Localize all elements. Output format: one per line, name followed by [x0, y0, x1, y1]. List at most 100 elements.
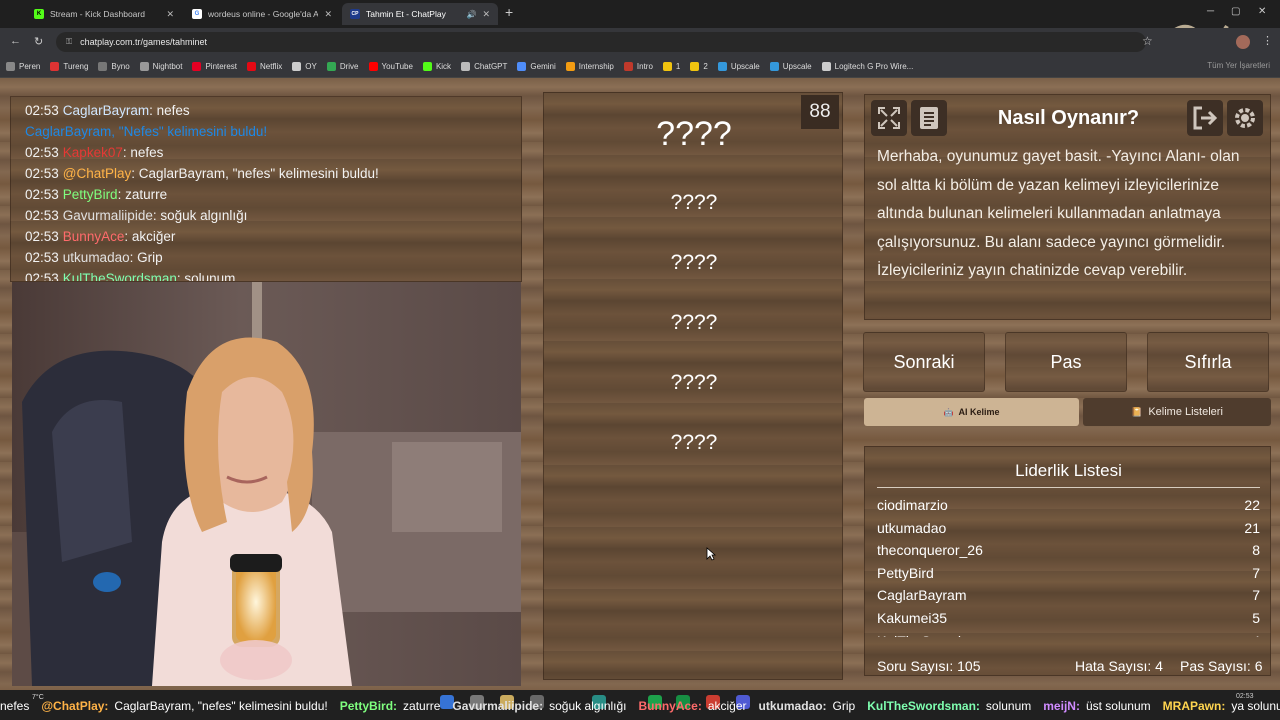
- bookmark-item[interactable]: Gemini: [517, 62, 556, 71]
- player-score: 7: [1252, 587, 1260, 604]
- player-name: KulTheSwordsman: [877, 633, 995, 637]
- bookmark-label: Gemini: [530, 62, 556, 71]
- player-name: utkumadao: [877, 519, 947, 536]
- ticker-text: zaturre: [403, 699, 441, 713]
- bookmark-item[interactable]: Kick: [422, 62, 452, 71]
- bookmark-item[interactable]: Logitech G Pro Wire...: [821, 62, 913, 71]
- exit-icon[interactable]: [1187, 100, 1223, 136]
- bookmark-label: Kick: [435, 62, 452, 71]
- bookmark-item[interactable]: Nightbot: [139, 62, 182, 71]
- bookmark-icon: [662, 62, 672, 71]
- bookmark-icon: [139, 62, 149, 71]
- new-tab-button[interactable]: +: [505, 4, 513, 20]
- bookmark-icon: [247, 62, 257, 71]
- divider: [877, 487, 1260, 488]
- bookmark-item[interactable]: 1: [662, 62, 681, 71]
- bookmark-item[interactable]: Upscale: [717, 62, 760, 71]
- bookmark-item[interactable]: ChatGPT: [461, 62, 507, 71]
- ticker-user: PettyBird:: [339, 699, 398, 713]
- ticker-text: solunum: [985, 699, 1032, 713]
- bookmark-item[interactable]: Internship: [565, 62, 614, 71]
- bookmark-item[interactable]: Upscale: [769, 62, 812, 71]
- bookmark-star-icon[interactable]: ☆: [1142, 34, 1153, 48]
- bookmark-label: Internship: [578, 62, 614, 71]
- back-arrow-icon[interactable]: ←: [10, 35, 21, 47]
- forbidden-word: ????: [670, 251, 718, 274]
- bookmark-item[interactable]: Netflix: [247, 62, 282, 71]
- site-info-icon[interactable]: ⚿: [66, 37, 72, 47]
- main-word: ????: [656, 115, 732, 153]
- minimize-icon[interactable]: ─: [1207, 6, 1214, 17]
- bookmark-item[interactable]: Byno: [98, 62, 130, 71]
- gear-icon[interactable]: [1227, 100, 1263, 136]
- message-user: BunnyAce: [62, 229, 125, 244]
- bookmark-item[interactable]: Drive: [326, 62, 359, 71]
- leaderboard-row: PettyBird 7: [877, 565, 1260, 581]
- tab-google-search[interactable]: G wordeus online - Google'da Ara ✕: [184, 3, 340, 25]
- robot-icon: 🤖: [943, 407, 954, 417]
- ticker-user: KulTheSwordsman:: [867, 699, 980, 713]
- chat-message: 02:53 @ChatPlay: CaglarBayram, "nefes" ke…: [25, 163, 507, 184]
- next-button[interactable]: Sonraki: [863, 332, 985, 392]
- clock[interactable]: 02:53: [1236, 693, 1254, 700]
- ticker-message: @ChatPlay: CaglarBayram, "nefes" kelimesi…: [41, 699, 327, 713]
- speaker-icon[interactable]: 🔊: [466, 10, 476, 19]
- reload-icon[interactable]: ↻: [34, 35, 43, 48]
- close-icon[interactable]: ✕: [324, 9, 332, 20]
- bookmark-icon: [292, 62, 302, 71]
- ticker-message: Gavurmaliipide: soğuk algınlığı: [452, 699, 626, 713]
- bookmark-label: Pinterest: [205, 62, 238, 71]
- close-window-icon[interactable]: ✕: [1258, 6, 1266, 17]
- url-text: chatplay.com.tr/games/tahminet: [80, 37, 207, 47]
- bookmark-item[interactable]: 2: [690, 62, 708, 71]
- url-field[interactable]: ⚿ chatplay.com.tr/games/tahminet: [56, 32, 1146, 52]
- all-bookmarks-link[interactable]: Tüm Yer İşaretleri: [1207, 61, 1270, 70]
- menu-kebab-icon[interactable]: ⋮: [1262, 34, 1273, 47]
- player-score: 21: [1244, 519, 1260, 536]
- message-time: 02:53: [25, 103, 59, 118]
- bookmark-label: Upscale: [782, 62, 812, 71]
- bookmark-label: ChatGPT: [474, 62, 508, 71]
- forbidden-word: ????: [670, 371, 718, 394]
- question-count: Soru Sayısı: 105: [877, 658, 981, 674]
- bookmark-label: Peren: [19, 62, 41, 71]
- pass-button[interactable]: Pas: [1005, 332, 1127, 392]
- bookmark-icon: [98, 62, 108, 71]
- leaderboard-row: CaglarBayram 7: [877, 587, 1260, 603]
- message-text: : zaturre: [117, 187, 168, 202]
- reset-button[interactable]: Sıfırla: [1147, 332, 1269, 392]
- tab-chatplay[interactable]: CP Tahmin Et - ChatPlay 🔊 ✕: [342, 3, 498, 25]
- bookmark-item[interactable]: YouTube: [368, 62, 413, 71]
- word-lists-label: Kelime Listeleri: [1148, 406, 1223, 418]
- chat-message: 02:53 PettyBird: zaturre: [25, 184, 507, 205]
- bookmark-label: YouTube: [381, 62, 413, 71]
- ticker-text: üst solunum: [1085, 699, 1151, 713]
- bookmark-icon: [623, 62, 633, 71]
- bookmark-item[interactable]: Tureng: [50, 62, 88, 71]
- bookmark-label: Intro: [636, 62, 653, 71]
- word-lists-button[interactable]: 📔 Kelime Listeleri: [1083, 398, 1271, 426]
- tab-kick-dashboard[interactable]: K Stream - Kick Dashboard ✕: [26, 3, 182, 25]
- ticker-message: BunnyAce: akciğer: [639, 699, 747, 713]
- bookmark-item[interactable]: Peren: [6, 62, 40, 71]
- close-icon[interactable]: ✕: [482, 9, 490, 20]
- profile-avatar[interactable]: [1236, 35, 1250, 49]
- leaderboard-row: ciodimarzio 22: [877, 497, 1260, 513]
- close-icon[interactable]: ✕: [166, 9, 174, 20]
- bookmark-item[interactable]: Pinterest: [192, 62, 237, 71]
- bookmark-label: 1: [675, 62, 681, 71]
- bookmark-item[interactable]: OY: [292, 62, 317, 71]
- leaderboard-list[interactable]: ciodimarzio 22 utkumadao 21 theconqueror_26 8…: [865, 491, 1272, 637]
- chatplay-icon: CP: [350, 9, 360, 19]
- ticker-message: MRAPawn: ya solunumdur o: [1163, 699, 1280, 713]
- bookmark-icon: [6, 62, 15, 71]
- ai-word-button[interactable]: 🤖 AI Kelime: [864, 398, 1079, 426]
- message-user: Gavurmaliipide: [62, 208, 153, 223]
- kick-icon: K: [34, 9, 44, 19]
- bookmark-item[interactable]: Intro: [623, 62, 653, 71]
- ticker-message: nefes: [0, 699, 29, 713]
- tab-strip: K Stream - Kick Dashboard ✕ G wordeus on…: [0, 0, 1280, 51]
- maximize-icon[interactable]: ▢: [1231, 6, 1240, 17]
- leaderboard-panel: Liderlik Listesi ciodimarzio 22 utkumadao 2…: [864, 446, 1271, 676]
- bookmark-icon: [192, 62, 202, 71]
